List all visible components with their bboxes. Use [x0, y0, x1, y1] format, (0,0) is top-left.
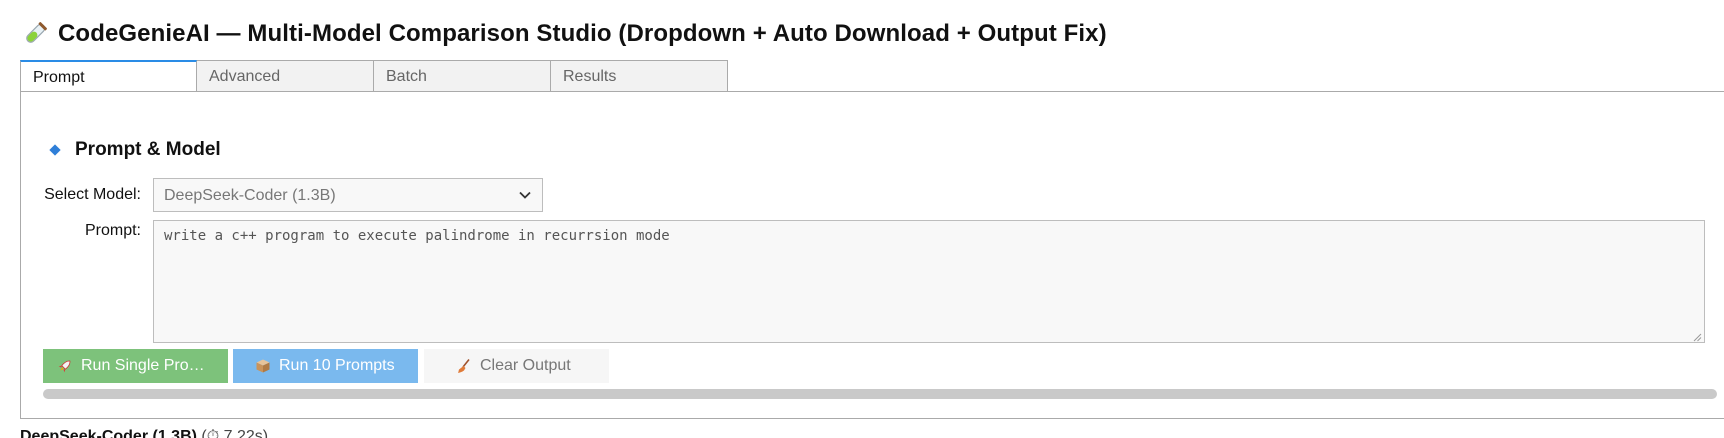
test-tube-icon — [22, 21, 48, 47]
rocket-icon — [57, 358, 73, 374]
clear-output-label: Clear Output — [480, 357, 571, 374]
prompt-text: write a c++ program to execute palindrom… — [164, 228, 670, 244]
app-window: CodeGenieAI — Multi-Model Comparison Stu… — [0, 0, 1724, 438]
page-title-row: CodeGenieAI — Multi-Model Comparison Stu… — [22, 18, 1107, 50]
run-10-prompts-button[interactable]: Run 10 Prompts — [233, 349, 418, 383]
select-model-label: Select Model: — [44, 186, 141, 203]
app-title: CodeGenieAI — Multi-Model Comparison Stu… — [58, 20, 1107, 47]
tab-prompt[interactable]: Prompt — [20, 60, 197, 93]
prompt-textarea[interactable]: write a c++ program to execute palindrom… — [153, 220, 1705, 343]
result-header: DeepSeek-Coder (1.3B) (⏱ 7.22s) — [20, 428, 268, 438]
section-title: Prompt & Model — [75, 139, 221, 160]
prompt-tab-panel: Prompt & Model Select Model: DeepSeek-Co… — [20, 91, 1724, 419]
blue-diamond-icon — [49, 144, 61, 156]
tab-bar: Prompt Advanced Batch Results — [20, 60, 728, 93]
progress-fill — [43, 389, 1717, 399]
tab-batch[interactable]: Batch — [374, 60, 551, 91]
resize-grip-icon[interactable] — [1692, 330, 1702, 342]
tab-advanced[interactable]: Advanced — [197, 60, 374, 91]
run-single-prompt-label: Run Single Pro… — [81, 357, 205, 374]
model-select[interactable]: DeepSeek-Coder (1.3B) — [153, 178, 543, 212]
result-model-name: DeepSeek-Coder (1.3B) — [20, 428, 197, 438]
model-select-value: DeepSeek-Coder (1.3B) — [164, 187, 336, 204]
clear-output-button[interactable]: Clear Output — [424, 349, 609, 383]
prompt-label: Prompt: — [84, 222, 141, 239]
tab-results[interactable]: Results — [551, 60, 728, 91]
run-10-prompts-label: Run 10 Prompts — [279, 357, 395, 374]
run-single-prompt-button[interactable]: Run Single Pro… — [43, 349, 228, 383]
broom-icon — [456, 358, 472, 374]
package-icon — [255, 358, 271, 374]
result-elapsed-time: (⏱ 7.22s) — [201, 428, 269, 438]
section-header: Prompt & Model — [49, 139, 221, 161]
progress-bar — [43, 389, 1717, 399]
chevron-down-icon — [518, 188, 532, 202]
